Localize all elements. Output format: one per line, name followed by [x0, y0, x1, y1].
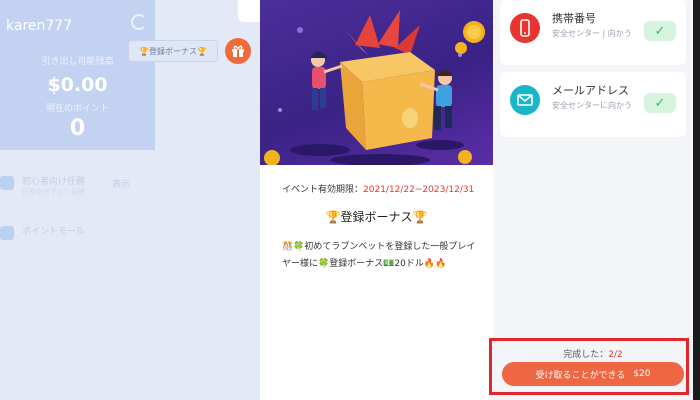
task-title: メールアドレス: [552, 84, 629, 97]
task-icon: [0, 176, 14, 190]
points-label: 現在のポイント: [45, 104, 109, 114]
menu-item-action[interactable]: 表示: [112, 177, 130, 190]
balance-value: $0.00: [47, 74, 108, 96]
check-icon: ✓: [644, 93, 676, 113]
mall-icon: [0, 226, 14, 240]
event-period-dates: 2021/12/22~2023/12/31: [363, 185, 475, 195]
top-tab: [238, 0, 260, 22]
menu-item-title: ポイントモール: [22, 227, 86, 237]
phone-icon: [510, 13, 540, 43]
event-description: 🎊🍀初めてラブンベットを登録した一般プレイヤー様に🍀登録ボーナス💵20ドル🔥🔥: [282, 242, 476, 269]
task-card-phone[interactable]: 携帯番号 安全センター | 向かう ✓: [500, 0, 686, 65]
event-period: イベント有効期限：2021/12/22~2023/12/31: [282, 182, 474, 195]
task-card-email[interactable]: メールアドレス 安全センターに向かう ✓: [500, 72, 686, 137]
profile-card: karen777 引き出し可能残高 $0.00 現在のポイント 0: [0, 0, 155, 150]
task-title: 携帯番号: [552, 12, 596, 25]
bonus-tooltip[interactable]: 🏆登録ボーナス🏆: [128, 40, 218, 62]
menu-item-point-mall[interactable]: ポイントモール: [0, 222, 155, 252]
menu-item-subtitle: 任務を完了して報酬: [22, 188, 85, 196]
event-detail-panel: イベント有効期限：2021/12/22~2023/12/31 🏆登録ボーナス🏆 …: [260, 0, 493, 400]
check-icon: ✓: [644, 21, 676, 41]
event-period-label: イベント有効期限：: [282, 185, 364, 195]
username: karen777: [6, 18, 73, 34]
menu-item-title: 初心者向け任務: [22, 177, 86, 187]
mail-icon: [510, 85, 540, 115]
menu-item-newbie-tasks[interactable]: 初心者向け任務 任務を完了して報酬 表示: [0, 172, 155, 202]
gift-icon[interactable]: [225, 38, 251, 64]
task-subtitle[interactable]: 安全センターに向かう: [552, 100, 632, 111]
points-value: 0: [69, 116, 86, 141]
event-title: 🏆登録ボーナス🏆: [325, 210, 428, 224]
event-banner-illustration: [260, 0, 493, 165]
background-edge: [693, 0, 700, 400]
highlight-box: [489, 338, 689, 395]
task-subtitle[interactable]: 安全センター | 向かう: [552, 28, 632, 39]
refresh-icon[interactable]: [131, 14, 147, 30]
